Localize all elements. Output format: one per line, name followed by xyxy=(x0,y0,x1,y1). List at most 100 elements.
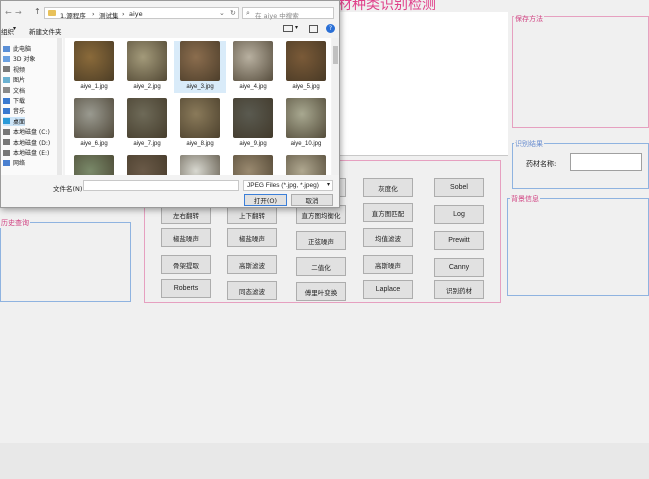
process-button[interactable]: 识别药材 xyxy=(434,280,484,299)
file-name: aiye_8.jpg xyxy=(186,141,214,147)
process-button[interactable]: 同态滤波 xyxy=(227,281,277,300)
history-group-label: 历史查询 xyxy=(0,218,30,228)
process-button[interactable]: 傅里叶变换 xyxy=(296,282,346,301)
taskbar xyxy=(0,443,649,479)
process-button[interactable]: Log xyxy=(434,205,484,224)
process-button[interactable]: 椒盐噪声 xyxy=(161,228,211,247)
file-thumbnail xyxy=(180,155,220,175)
file-thumbnail xyxy=(286,41,326,81)
file-item[interactable]: aiye_7.jpg xyxy=(121,98,173,147)
file-thumbnail xyxy=(233,41,273,81)
process-button[interactable]: 灰度化 xyxy=(363,178,413,197)
nav-item-label: 桌面 xyxy=(13,118,26,126)
file-item[interactable]: aiye_5.jpg xyxy=(280,41,331,90)
file-item[interactable]: aiye_1.jpg xyxy=(68,41,120,90)
file-item[interactable]: aiye_4.jpg xyxy=(227,41,279,90)
process-button[interactable]: Canny xyxy=(434,258,484,277)
file-item[interactable] xyxy=(68,155,120,175)
file-item[interactable]: aiye_3.jpg xyxy=(174,41,226,93)
nav-tree-item[interactable]: 网络 xyxy=(3,158,25,167)
process-button[interactable]: 骨架提取 xyxy=(161,255,211,274)
nav-scrollbar[interactable] xyxy=(57,38,62,175)
image-display-area xyxy=(340,12,508,155)
nav-item-icon xyxy=(3,118,10,125)
file-open-dialog: ← → ↑ 1.源程序 › 测试集 › aiye ⌄ ↻ ⌕ 在 aiye 中搜… xyxy=(0,0,340,208)
nav-tree-item[interactable]: 文档 xyxy=(3,86,25,95)
background-info-label: 背景信息 xyxy=(510,194,540,204)
nav-item-label: 音乐 xyxy=(13,108,26,116)
file-name: aiye_5.jpg xyxy=(292,84,320,90)
nav-item-icon xyxy=(3,128,10,135)
file-type-filter[interactable]: JPEG Files (*.jpg, *.jpeg) ▾ xyxy=(243,180,333,191)
file-item[interactable] xyxy=(121,155,173,175)
folder-icon xyxy=(48,10,56,16)
nav-item-icon xyxy=(3,149,10,156)
open-button[interactable]: 打开(O) xyxy=(244,194,287,206)
nav-tree-item[interactable]: 音乐 xyxy=(3,106,25,115)
file-type-filter-value: JPEG Files (*.jpg, *.jpeg) xyxy=(247,182,319,189)
file-thumbnail xyxy=(74,98,114,138)
file-item[interactable]: aiye_8.jpg xyxy=(174,98,226,147)
file-thumbnail xyxy=(233,155,273,175)
process-button[interactable]: 直方图匹配 xyxy=(363,203,413,222)
forward-icon[interactable]: → xyxy=(15,8,22,17)
nav-tree-item[interactable]: 图片 xyxy=(3,75,25,84)
view-options-icon[interactable] xyxy=(283,25,293,32)
file-name: aiye_4.jpg xyxy=(239,84,267,90)
search-input[interactable]: ⌕ 在 aiye 中搜索 xyxy=(242,7,334,20)
file-item[interactable] xyxy=(280,155,331,175)
nav-item-label: 本地磁盘 (D:) xyxy=(13,139,51,147)
refresh-icon[interactable]: ↻ xyxy=(230,9,236,17)
file-name: aiye_10.jpg xyxy=(290,141,322,147)
address-bar[interactable]: 1.源程序 › 测试集 › aiye ⌄ ↻ xyxy=(44,7,239,20)
nav-tree-item[interactable]: 本地磁盘 (C:) xyxy=(3,127,50,136)
process-button[interactable]: Roberts xyxy=(161,279,211,298)
file-item[interactable]: aiye_6.jpg xyxy=(68,98,120,147)
nav-item-icon xyxy=(3,97,10,104)
nav-tree-item[interactable]: 3D 对象 xyxy=(3,54,35,63)
nav-tree-item[interactable]: 桌面 xyxy=(3,116,26,126)
new-folder-button[interactable]: 新建文件夹 xyxy=(29,26,62,36)
file-item[interactable] xyxy=(174,155,226,175)
file-thumbnail xyxy=(286,155,326,175)
file-grid: aiye_1.jpg aiye_2.jpg aiye_3.jpg aiye_4.jpg… xyxy=(65,38,331,175)
nav-item-label: 网络 xyxy=(13,160,26,168)
process-button[interactable]: 高斯噪声 xyxy=(363,255,413,274)
nav-tree-item[interactable]: 下载 xyxy=(3,96,25,105)
breadcrumb-1[interactable]: 1.源程序 xyxy=(60,10,86,20)
file-item[interactable] xyxy=(227,155,279,175)
nav-item-icon xyxy=(3,107,10,114)
scrollbar-thumb[interactable] xyxy=(333,46,338,64)
process-button[interactable]: Prewitt xyxy=(434,231,484,250)
process-button[interactable]: 二值化 xyxy=(296,257,346,276)
process-button[interactable]: Laplace xyxy=(363,280,413,299)
process-button[interactable]: 高斯滤波 xyxy=(227,255,277,274)
process-button[interactable]: 椒盐噪声 xyxy=(227,228,277,247)
file-item[interactable]: aiye_2.jpg xyxy=(121,41,173,90)
nav-tree-item[interactable]: 本地磁盘 (D:) xyxy=(3,138,50,147)
view-chevron-icon[interactable]: ▾ xyxy=(295,24,298,31)
file-item[interactable]: aiye_9.jpg xyxy=(227,98,279,147)
file-grid-scrollbar[interactable] xyxy=(332,38,339,175)
breadcrumb-3[interactable]: aiye xyxy=(129,10,143,18)
nav-item-icon xyxy=(3,66,10,73)
filename-input[interactable] xyxy=(83,180,239,191)
organize-chevron-icon: ▾ xyxy=(13,25,17,32)
nav-tree-item[interactable]: 本地磁盘 (E:) xyxy=(3,148,49,157)
preview-pane-icon[interactable] xyxy=(309,25,318,33)
breadcrumb-2[interactable]: 测试集 xyxy=(99,10,119,20)
back-icon[interactable]: ← xyxy=(5,8,12,17)
medicine-name-field[interactable] xyxy=(570,153,642,171)
cancel-button[interactable]: 取消 xyxy=(291,194,333,206)
chevron-down-icon[interactable]: ⌄ xyxy=(219,9,225,17)
process-button[interactable]: 均值滤波 xyxy=(363,228,413,247)
nav-tree-item[interactable]: 此电脑 xyxy=(3,44,31,53)
process-button[interactable]: 正弦噪声 xyxy=(296,231,346,250)
nav-item-icon xyxy=(3,87,10,94)
help-icon[interactable]: ? xyxy=(326,24,335,33)
file-item[interactable]: aiye_10.jpg xyxy=(280,98,331,147)
nav-tree-item[interactable]: 视频 xyxy=(3,65,25,74)
up-icon[interactable]: ↑ xyxy=(34,7,41,16)
background-info-group xyxy=(507,198,649,296)
process-button[interactable]: Sobel xyxy=(434,178,484,197)
